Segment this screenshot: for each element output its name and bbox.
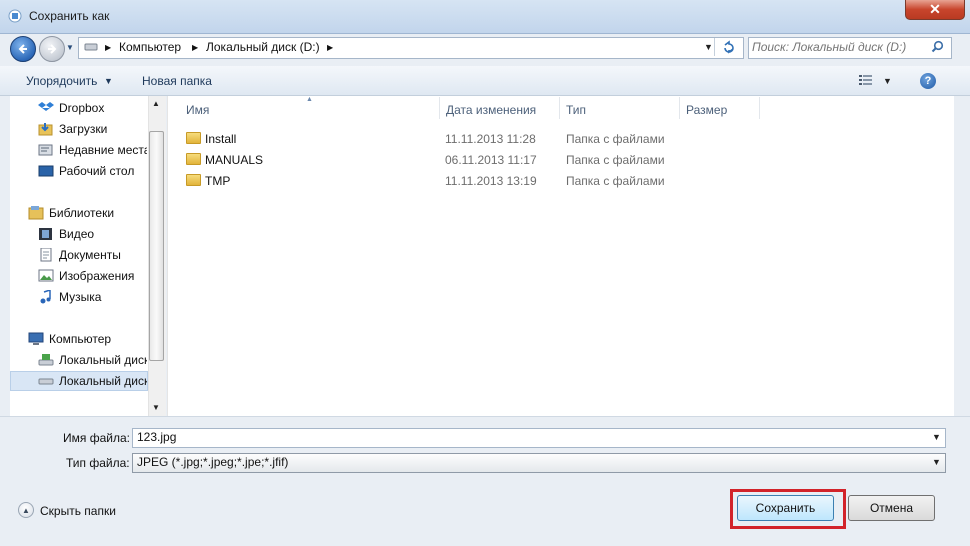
sidebar-item-dropbox[interactable]: Dropbox xyxy=(59,101,147,115)
recent-places-icon xyxy=(38,144,53,156)
column-header-date[interactable]: Дата изменения xyxy=(446,103,536,117)
sidebar-item-documents[interactable]: Документы xyxy=(59,248,147,262)
breadcrumb-computer[interactable]: Компьютер xyxy=(119,40,181,54)
dropbox-icon xyxy=(38,102,54,111)
sidebar-item-video[interactable]: Видео xyxy=(59,227,147,241)
column-separator[interactable] xyxy=(559,97,560,119)
sidebar-item-local-disk-c[interactable]: Локальный диск xyxy=(59,353,147,367)
file-row-date: 11.11.2013 13:19 xyxy=(445,174,537,188)
dialog-icon xyxy=(8,9,22,23)
sidebar-item-computer[interactable]: Компьютер xyxy=(49,332,147,346)
hide-folders-icon[interactable]: ▲ xyxy=(18,502,34,518)
filename-input[interactable] xyxy=(137,430,917,444)
file-row-name[interactable]: Install xyxy=(205,132,236,146)
column-separator[interactable] xyxy=(679,97,680,119)
filetype-label: Тип файла: xyxy=(66,456,130,470)
sidebar-item-local-disk-d[interactable]: Локальный диск xyxy=(59,374,147,388)
local-disk-icon xyxy=(38,378,54,385)
local-disk-icon xyxy=(38,354,54,366)
arrow-right-icon xyxy=(48,44,57,54)
breadcrumb-separator-icon[interactable]: ▶ xyxy=(105,43,111,52)
view-options-icon[interactable] xyxy=(859,74,873,86)
file-list xyxy=(167,96,954,416)
scroll-down-icon[interactable]: ▼ xyxy=(152,403,160,412)
sidebar-item-recent-places[interactable]: Недавние места xyxy=(59,143,147,157)
sidebar-item-pictures[interactable]: Изображения xyxy=(59,269,147,283)
computer-icon xyxy=(28,332,44,345)
file-row-name[interactable]: MANUALS xyxy=(205,153,263,167)
help-icon[interactable]: ? xyxy=(920,73,936,89)
arrow-left-icon xyxy=(18,44,27,54)
video-icon xyxy=(39,228,52,240)
file-row-name[interactable]: TMP xyxy=(205,174,230,188)
documents-icon xyxy=(40,248,52,262)
breadcrumb-separator-icon[interactable]: ▶ xyxy=(192,43,198,52)
address-divider xyxy=(714,38,715,56)
sidebar-item-desktop[interactable]: Рабочий стол xyxy=(59,164,147,178)
column-header-name[interactable]: Имя xyxy=(186,103,209,117)
new-folder-button[interactable]: Новая папка xyxy=(142,74,212,88)
filename-label: Имя файла: xyxy=(63,431,130,445)
close-button[interactable]: ✕ xyxy=(905,0,965,20)
view-menu-arrow-icon[interactable]: ▼ xyxy=(883,76,892,86)
sort-ascending-icon: ▲ xyxy=(306,96,313,103)
address-history-icon[interactable]: ▼ xyxy=(704,42,713,52)
column-separator[interactable] xyxy=(759,97,760,119)
window-title: Сохранить как xyxy=(29,9,110,23)
music-icon xyxy=(40,290,51,304)
drive-icon xyxy=(84,43,98,51)
column-header-size[interactable]: Размер xyxy=(686,103,727,117)
column-separator[interactable] xyxy=(439,97,440,119)
save-button[interactable]: Сохранить xyxy=(737,495,834,521)
cancel-button[interactable]: Отмена xyxy=(848,495,935,521)
refresh-icon[interactable] xyxy=(722,40,736,54)
file-row-type: Папка с файлами xyxy=(566,174,665,188)
downloads-icon xyxy=(38,123,53,136)
folder-icon xyxy=(186,174,201,186)
sidebar-item-libraries[interactable]: Библиотеки xyxy=(49,206,147,220)
chevron-down-icon[interactable]: ▼ xyxy=(104,76,113,86)
hide-folders-button[interactable]: Скрыть папки xyxy=(40,504,116,518)
search-input[interactable] xyxy=(752,40,922,54)
title-bar xyxy=(0,0,970,34)
breadcrumb-separator-icon[interactable]: ▶ xyxy=(327,43,333,52)
breadcrumb-local-disk[interactable]: Локальный диск (D:) xyxy=(206,40,320,54)
forward-button[interactable] xyxy=(39,36,65,62)
organize-button[interactable]: Упорядочить xyxy=(26,74,97,88)
desktop-icon xyxy=(38,165,54,177)
scrollbar-thumb[interactable] xyxy=(149,131,164,361)
scroll-up-icon[interactable]: ▲ xyxy=(152,99,160,108)
sidebar-item-downloads[interactable]: Загрузки xyxy=(59,122,147,136)
file-row-date: 11.11.2013 11:28 xyxy=(445,132,536,146)
libraries-icon xyxy=(28,206,44,220)
pictures-icon xyxy=(38,269,54,282)
filename-dropdown-icon[interactable]: ▼ xyxy=(932,432,941,442)
recent-pages-icon[interactable]: ▼ xyxy=(66,43,74,52)
filetype-dropdown-icon[interactable]: ▼ xyxy=(932,457,941,467)
search-icon[interactable] xyxy=(931,40,944,53)
back-button[interactable] xyxy=(10,36,36,62)
file-row-date: 06.11.2013 11:17 xyxy=(445,153,537,167)
folder-icon xyxy=(186,132,201,144)
filetype-value[interactable]: JPEG (*.jpg;*.jpeg;*.jpe;*.jfif) xyxy=(137,455,288,469)
folder-icon xyxy=(186,153,201,165)
sidebar-item-music[interactable]: Музыка xyxy=(59,290,147,304)
file-row-type: Папка с файлами xyxy=(566,132,665,146)
column-header-type[interactable]: Тип xyxy=(566,103,586,117)
file-row-type: Папка с файлами xyxy=(566,153,665,167)
